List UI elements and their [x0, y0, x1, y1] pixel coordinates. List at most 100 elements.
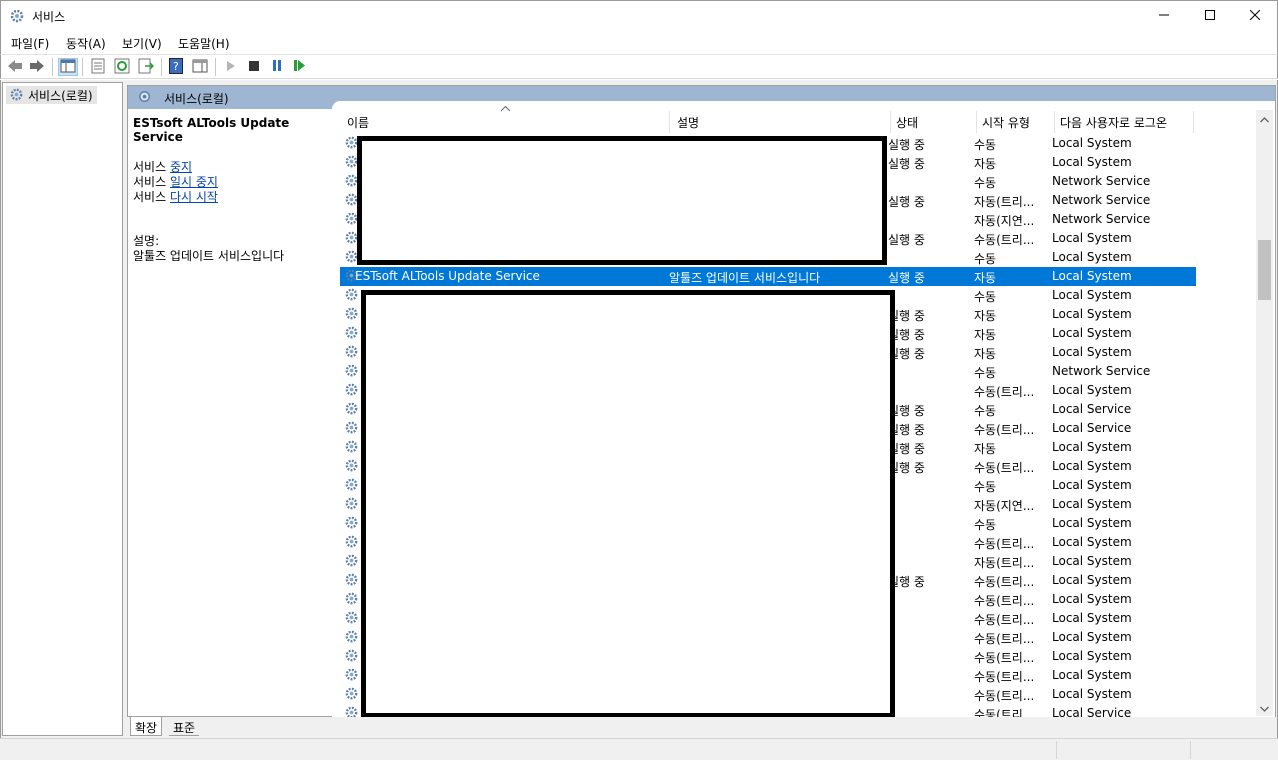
service-gear-icon	[344, 363, 359, 381]
scroll-up-button[interactable]	[1256, 110, 1273, 127]
service-logon: Local System	[1052, 250, 1132, 264]
service-logon: Local System	[1052, 459, 1132, 473]
stop-link[interactable]: 중지	[170, 160, 192, 174]
refresh-button[interactable]	[112, 58, 132, 76]
service-logon: Local Service	[1052, 421, 1132, 435]
selected-service-name: ESTsoft ALTools Update Service	[133, 116, 290, 144]
view-tabs: 확장 표준	[127, 717, 1276, 737]
action-restart: 서비스 다시 시작	[133, 190, 218, 204]
service-gear-icon	[344, 287, 359, 305]
service-startup-type: 수동(트리...	[974, 385, 1035, 399]
tree-item-label: 서비스(로컬)	[28, 89, 93, 103]
service-logon: Network Service	[1052, 193, 1151, 207]
restart-service-button[interactable]	[290, 58, 310, 76]
start-service-button[interactable]	[221, 58, 241, 76]
service-logon: Local System	[1052, 687, 1132, 701]
show-console-tree-button[interactable]	[58, 58, 78, 76]
close-icon	[1249, 9, 1261, 23]
service-startup-type: 자동	[974, 328, 997, 342]
toolbar: ?	[0, 54, 1278, 79]
service-status: 실행 중	[888, 195, 925, 209]
pause-service-button[interactable]	[267, 58, 287, 76]
service-startup-type: 자동(트리...	[974, 195, 1035, 209]
service-gear-icon	[344, 306, 359, 324]
service-gear-icon	[344, 420, 359, 438]
service-gear-icon	[344, 458, 359, 476]
service-startup-type: 수동(트리...	[974, 670, 1035, 684]
service-startup-type: 수동(트리...	[974, 233, 1035, 247]
help-button[interactable]: ?	[166, 57, 186, 76]
service-gear-icon	[344, 401, 359, 419]
service-startup-type: 수동	[974, 290, 997, 304]
column-header-status[interactable]: 상태	[896, 101, 918, 130]
restart-link[interactable]: 다시 시작	[170, 190, 218, 204]
svg-text:?: ?	[173, 60, 179, 73]
tab-standard[interactable]: 표준	[169, 717, 200, 736]
properties-button[interactable]	[88, 58, 108, 76]
service-logon: Local Service	[1052, 402, 1132, 416]
service-startup-type: 수동	[974, 518, 997, 532]
service-gear-icon	[344, 515, 359, 533]
vertical-scrollbar[interactable]	[1256, 110, 1273, 716]
service-startup-type: 수동(트리...	[974, 575, 1035, 589]
services-gear-icon	[9, 8, 25, 27]
chevron-down-icon	[1260, 701, 1269, 715]
service-logon: Local System	[1052, 345, 1132, 359]
stop-icon	[249, 60, 259, 74]
services-pane: 서비스(로컬) ESTsoft ALTools Update Service 서…	[127, 85, 1276, 718]
refresh-icon	[114, 58, 130, 77]
stop-service-button[interactable]	[244, 58, 264, 76]
menu-help[interactable]: 도움말(H)	[178, 35, 230, 52]
table-row-selected[interactable]: ESTsoft ALTools Update Service 알툴즈 업데이트 서…	[339, 266, 1197, 287]
show-action-pane-button[interactable]	[190, 58, 210, 76]
service-logon: Local System	[1052, 516, 1132, 530]
service-gear-icon	[344, 439, 359, 457]
service-startup-type: 자동	[974, 271, 997, 285]
play-icon	[226, 60, 236, 75]
forward-arrow-icon	[29, 59, 45, 76]
column-header-startup-type[interactable]: 시작 유형	[982, 101, 1030, 130]
tree-item-services-local[interactable]: 서비스(로컬)	[6, 86, 97, 104]
menu-action[interactable]: 동작(A)	[66, 35, 106, 52]
service-logon: Local System	[1052, 307, 1132, 321]
description-text: 알툴즈 업데이트 서비스입니다	[133, 249, 285, 263]
service-gear-icon	[344, 610, 359, 628]
service-gear-icon	[344, 344, 359, 362]
column-header-name[interactable]: 이름	[347, 101, 369, 130]
service-startup-type: 수동(트리...	[974, 537, 1035, 551]
back-button[interactable]	[5, 58, 25, 76]
menu-view[interactable]: 보기(V)	[122, 35, 162, 52]
properties-icon	[91, 58, 105, 77]
export-list-button[interactable]	[136, 58, 156, 76]
tab-extended[interactable]: 확장	[130, 717, 163, 736]
forward-button[interactable]	[27, 58, 47, 76]
scroll-down-button[interactable]	[1256, 699, 1273, 716]
close-button[interactable]	[1232, 1, 1278, 31]
action-pane-icon	[192, 59, 208, 76]
service-gear-icon	[344, 572, 359, 590]
service-logon: Local System	[1052, 535, 1132, 549]
column-header-logon[interactable]: 다음 사용자로 로그온	[1060, 101, 1167, 130]
service-gear-icon	[344, 496, 359, 514]
service-startup-type: 자동	[974, 309, 997, 323]
minimize-button[interactable]	[1141, 1, 1187, 31]
scroll-thumb[interactable]	[1258, 240, 1271, 300]
service-logon: Local System	[1052, 383, 1132, 397]
column-header-description[interactable]: 설명	[677, 101, 699, 130]
service-startup-type: 수동(트리...	[974, 594, 1035, 608]
console-tree-icon	[60, 59, 76, 76]
service-gear-icon	[344, 667, 359, 685]
service-logon: Local System	[1052, 668, 1132, 682]
chevron-up-icon	[1260, 112, 1269, 126]
pause-link[interactable]: 일시 중지	[170, 175, 218, 189]
minimize-icon	[1159, 9, 1169, 23]
window-title: 서비스	[32, 10, 66, 24]
service-startup-type: 수동	[974, 176, 997, 190]
restart-icon	[294, 60, 306, 74]
service-status: 실행 중	[888, 138, 925, 152]
service-status: 실행 중	[888, 271, 925, 285]
sort-ascending-icon	[500, 101, 511, 115]
maximize-button[interactable]	[1187, 1, 1233, 31]
service-logon: Local System	[1052, 554, 1132, 568]
menu-file[interactable]: 파일(F)	[11, 35, 49, 52]
